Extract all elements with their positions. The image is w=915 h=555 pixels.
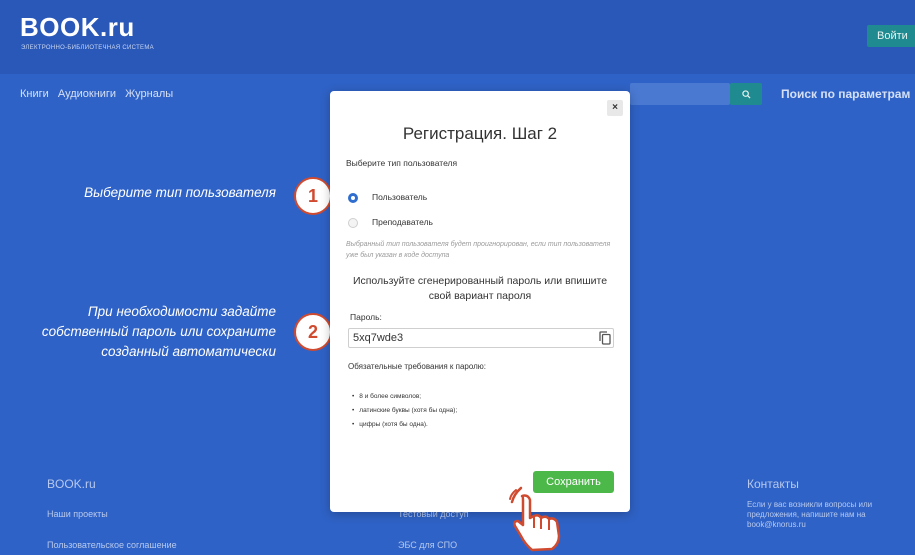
footer-link-spo[interactable]: ЭБС для СПО <box>398 540 457 550</box>
modal-title: Регистрация. Шаг 2 <box>402 124 558 143</box>
param-search-link[interactable]: Поиск по параметрам <box>781 87 910 101</box>
radio-teacher-label[interactable]: Преподаватель <box>372 217 433 227</box>
user-type-label: Выберите тип пользователя <box>346 158 458 168</box>
footer-title-book: BOOK.ru <box>47 477 96 491</box>
radio-user-label[interactable]: Пользователь <box>372 192 427 202</box>
radio-user[interactable] <box>348 193 358 203</box>
footer-link-projects[interactable]: Наши проекты <box>47 509 108 519</box>
user-type-hint: Выбранный тип пользователя будет проигно… <box>346 241 611 259</box>
step1-badge: 1 <box>294 177 332 215</box>
requirement-length: 8 и более символов; <box>352 393 421 400</box>
nav-item-books[interactable]: Книги <box>20 88 49 100</box>
hand-cursor-icon <box>509 486 561 552</box>
step2-badge: 2 <box>294 313 332 351</box>
radio-teacher[interactable] <box>348 218 358 228</box>
search-icon <box>741 89 751 99</box>
password-requirements-title: Обязательные требования к паролю: <box>348 362 487 371</box>
footer-title-contacts: Контакты <box>747 477 799 491</box>
login-button[interactable]: Войти <box>867 25 915 47</box>
password-label: Пароль: <box>350 312 382 322</box>
nav-item-magazines[interactable]: Журналы <box>125 88 173 100</box>
registration-modal: × Регистрация. Шаг 2 Выберите тип пользо… <box>330 91 630 512</box>
instruction-step2: При необходимости задайте собственный па… <box>41 304 276 359</box>
close-icon: × <box>612 102 618 113</box>
nav-menu: Книги Аудиокниги Журналы <box>20 88 179 100</box>
close-button[interactable]: × <box>607 100 623 116</box>
requirement-digits: цифры (хотя бы одна). <box>352 421 428 428</box>
password-input[interactable]: 5xq7wde3 <box>348 328 614 348</box>
password-info: Используйте сгенерированный пароль или в… <box>352 275 608 302</box>
site-logo-subtitle: ЭЛЕКТРОННО-БИБЛИОТЕЧНАЯ СИСТЕМА <box>21 45 154 51</box>
search-input[interactable] <box>630 83 730 105</box>
footer-link-agreement[interactable]: Пользовательское соглашение <box>47 540 177 550</box>
site-header: BOOK.ru ЭЛЕКТРОННО-БИБЛИОТЕЧНАЯ СИСТЕМА … <box>0 0 915 74</box>
copy-icon[interactable] <box>599 331 611 345</box>
site-logo[interactable]: BOOK.ru <box>20 12 135 43</box>
requirement-latin: латинские буквы (хотя бы одна); <box>352 407 457 414</box>
footer-contacts-text: Если у вас возникли вопросы или предложе… <box>747 500 873 529</box>
instruction-step1: Выберите тип пользователя <box>84 185 276 200</box>
search-button[interactable] <box>730 83 762 105</box>
nav-item-audiobooks[interactable]: Аудиокниги <box>58 88 116 100</box>
